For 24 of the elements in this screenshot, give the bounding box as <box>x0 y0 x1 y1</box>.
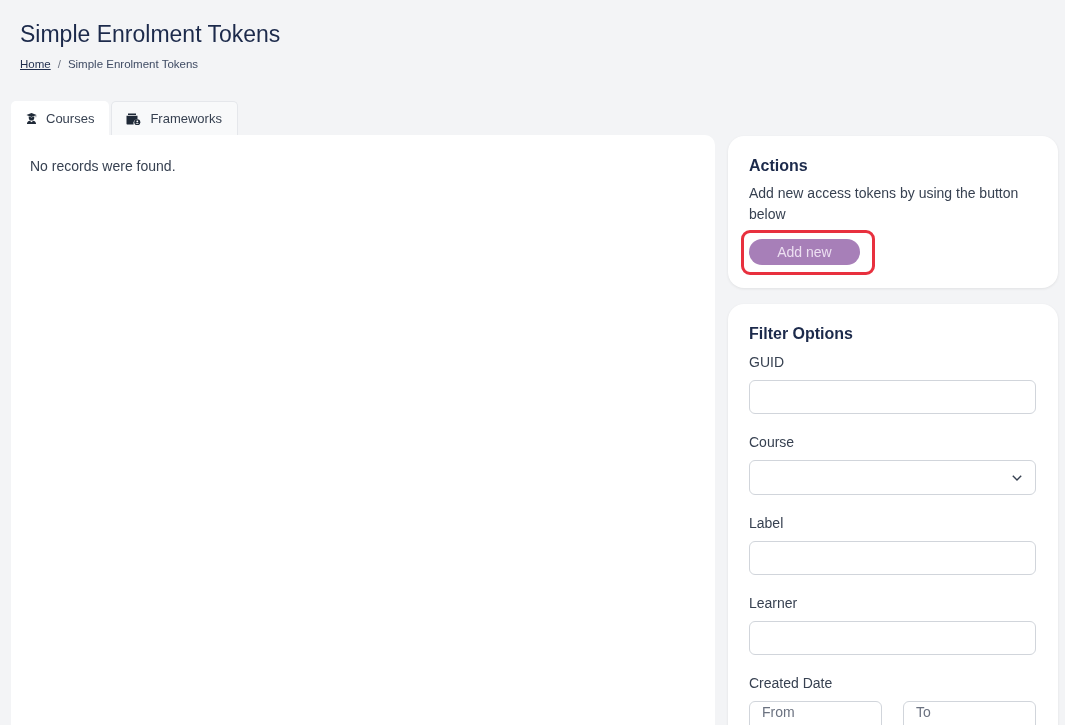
date-field[interactable]: From <box>749 701 882 725</box>
breadcrumb-link[interactable]: Home <box>20 56 51 72</box>
field-label: Label <box>749 514 785 533</box>
input-field[interactable] <box>749 541 1036 575</box>
date-field[interactable]: To <box>903 701 1036 725</box>
field-label: GUID <box>749 353 785 372</box>
card-title: Actions <box>749 156 809 176</box>
breadcrumb-separator: / <box>57 57 61 72</box>
empty-message: No records were found. <box>30 157 177 175</box>
input-field[interactable] <box>749 380 1036 414</box>
wallet-icon <box>126 112 142 125</box>
breadcrumb-current: Simple Enrolment Tokens <box>67 57 199 72</box>
field-label: Created Date <box>749 674 834 693</box>
tab[interactable]: Frameworks <box>111 101 238 135</box>
chevron-down-icon <box>1012 474 1022 481</box>
field-label: Learner <box>749 594 799 613</box>
card-title: Filter Options <box>749 324 854 344</box>
tab[interactable]: Courses <box>11 101 110 135</box>
page-title: Simple Enrolment Tokens <box>20 20 282 48</box>
field-label: Course <box>749 433 796 452</box>
input-field[interactable] <box>749 621 1036 655</box>
student-icon <box>26 113 37 124</box>
select-field[interactable] <box>749 460 1036 495</box>
card-description: Add new access tokens by using the button below <box>749 184 1020 224</box>
